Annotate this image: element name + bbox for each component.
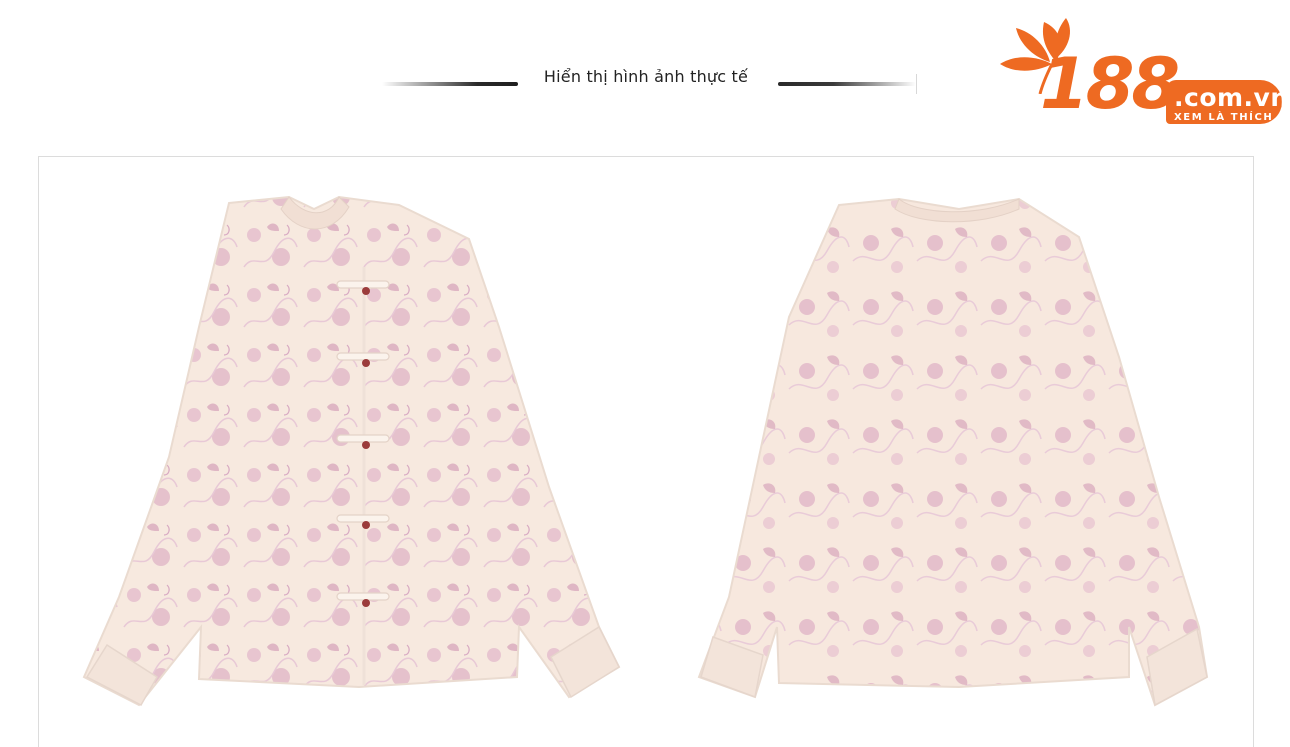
right-decorative-divider [778, 82, 916, 86]
logo-number: 188 [1040, 43, 1180, 125]
product-photo [38, 156, 1254, 747]
jacket-front-image [82, 195, 621, 707]
divider-tick [916, 74, 917, 94]
logo-tagline: XEM LÀ THÍCH [1174, 112, 1274, 123]
brand-logo[interactable]: 188 .com.vn XEM LÀ THÍCH [996, 14, 1289, 130]
logo-domain: .com.vn [1174, 83, 1289, 112]
section-title: Hiển thị hình ảnh thực tế [543, 67, 749, 86]
jacket-back-image [697, 197, 1209, 707]
header: Hiển thị hình ảnh thực tế 188 .com.vn XE… [0, 0, 1290, 150]
left-decorative-divider [382, 82, 518, 86]
